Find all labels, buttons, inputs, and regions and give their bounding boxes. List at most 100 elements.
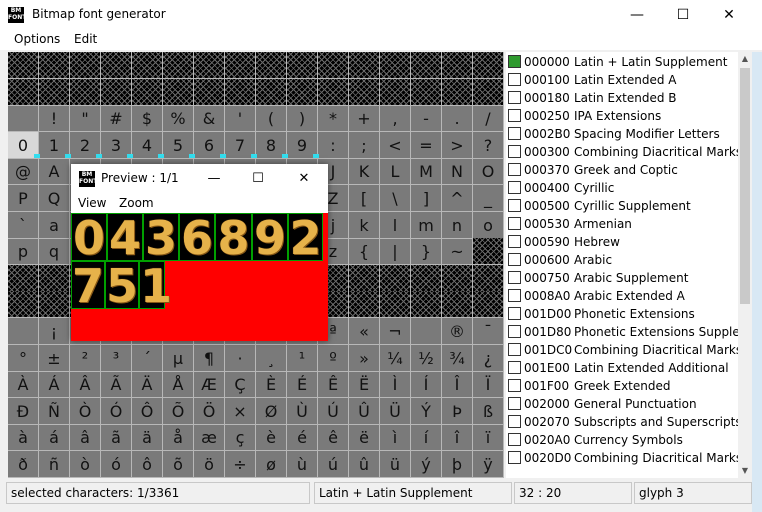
- range-list-item[interactable]: 000300 Combining Diacritical Marks: [506, 143, 738, 161]
- char-cell[interactable]: å: [163, 424, 194, 452]
- char-cell[interactable]: [349, 264, 380, 292]
- range-list-item[interactable]: 002070 Subscripts and Superscripts: [506, 413, 738, 431]
- char-cell[interactable]: Í: [411, 371, 442, 399]
- char-cell[interactable]: ó: [101, 451, 132, 478]
- maximize-button[interactable]: ☐: [660, 0, 706, 30]
- char-cell[interactable]: È: [256, 371, 287, 399]
- char-cell[interactable]: [473, 78, 504, 106]
- char-cell[interactable]: #: [101, 105, 132, 133]
- range-list-item[interactable]: 000600 Arabic: [506, 251, 738, 269]
- char-cell[interactable]: ò: [70, 451, 101, 478]
- char-cell[interactable]: ¿: [473, 344, 504, 372]
- char-cell[interactable]: ¸: [256, 344, 287, 372]
- range-list-item[interactable]: 001E00 Latin Extended Additional: [506, 359, 738, 377]
- char-cell[interactable]: [225, 52, 256, 79]
- char-cell[interactable]: [8, 78, 39, 106]
- char-cell[interactable]: Ó: [101, 397, 132, 425]
- range-checkbox[interactable]: [508, 217, 521, 230]
- char-cell[interactable]: M: [411, 158, 442, 186]
- char-cell[interactable]: ã: [101, 424, 132, 452]
- char-cell[interactable]: [8, 291, 39, 319]
- char-cell[interactable]: Ç: [225, 371, 256, 399]
- char-cell[interactable]: ú: [318, 451, 349, 478]
- char-cell[interactable]: á: [39, 424, 70, 452]
- char-cell[interactable]: ì: [380, 424, 411, 452]
- char-cell[interactable]: ç: [225, 424, 256, 452]
- char-cell[interactable]: |: [380, 238, 411, 266]
- char-cell[interactable]: ÷: [225, 451, 256, 478]
- menu-edit[interactable]: Edit: [74, 32, 97, 46]
- char-cell[interactable]: +: [349, 105, 380, 133]
- char-cell[interactable]: [380, 78, 411, 106]
- char-cell[interactable]: Ð: [8, 397, 39, 425]
- char-cell[interactable]: [39, 52, 70, 79]
- char-cell[interactable]: ¹: [287, 344, 318, 372]
- range-list-item[interactable]: 0002B0 Spacing Modifier Letters: [506, 125, 738, 143]
- char-cell[interactable]: [132, 78, 163, 106]
- range-checkbox[interactable]: [508, 325, 521, 338]
- char-cell[interactable]: ß: [473, 397, 504, 425]
- char-cell[interactable]: ²: [70, 344, 101, 372]
- range-list-item[interactable]: 000500 Cyrillic Supplement: [506, 197, 738, 215]
- preview-minimize-button[interactable]: —: [191, 164, 237, 194]
- char-cell[interactable]: Ö: [194, 397, 225, 425]
- char-cell[interactable]: /: [473, 105, 504, 133]
- char-cell[interactable]: ï: [473, 424, 504, 452]
- char-cell[interactable]: -: [411, 105, 442, 133]
- char-cell[interactable]: þ: [442, 451, 473, 478]
- char-cell[interactable]: [442, 264, 473, 292]
- char-cell[interactable]: è: [256, 424, 287, 452]
- char-cell[interactable]: K: [349, 158, 380, 186]
- char-cell[interactable]: [411, 78, 442, 106]
- char-cell[interactable]: ±: [39, 344, 70, 372]
- char-cell[interactable]: »: [349, 344, 380, 372]
- char-cell[interactable]: [442, 78, 473, 106]
- range-list-item[interactable]: 000530 Armenian: [506, 215, 738, 233]
- range-checkbox[interactable]: [508, 343, 521, 356]
- char-cell[interactable]: [39, 78, 70, 106]
- char-cell[interactable]: Û: [349, 397, 380, 425]
- char-cell[interactable]: °: [8, 344, 39, 372]
- char-cell[interactable]: ½: [411, 344, 442, 372]
- char-cell[interactable]: ð: [8, 451, 39, 478]
- char-cell[interactable]: û: [349, 451, 380, 478]
- char-cell[interactable]: ´: [132, 344, 163, 372]
- preview-menu-view[interactable]: View: [78, 196, 106, 210]
- char-cell[interactable]: =: [411, 131, 442, 159]
- char-cell[interactable]: o: [473, 211, 504, 239]
- char-cell[interactable]: ý: [411, 451, 442, 478]
- char-cell[interactable]: :: [318, 131, 349, 159]
- range-list-item[interactable]: 0008A0 Arabic Extended A: [506, 287, 738, 305]
- char-cell[interactable]: ": [70, 105, 101, 133]
- range-checkbox[interactable]: [508, 253, 521, 266]
- char-cell[interactable]: [473, 291, 504, 319]
- range-checkbox[interactable]: [508, 127, 521, 140]
- char-cell[interactable]: ¬: [380, 318, 411, 345]
- char-cell[interactable]: Ñ: [39, 397, 70, 425]
- minimize-button[interactable]: —: [614, 0, 660, 30]
- range-checkbox[interactable]: [508, 397, 521, 410]
- char-cell[interactable]: ×: [225, 397, 256, 425]
- char-cell[interactable]: ë: [349, 424, 380, 452]
- char-cell[interactable]: [101, 78, 132, 106]
- char-cell[interactable]: [: [349, 185, 380, 212]
- char-cell[interactable]: [256, 52, 287, 79]
- char-cell[interactable]: <: [380, 131, 411, 159]
- char-cell[interactable]: [411, 291, 442, 319]
- char-cell[interactable]: ^: [442, 185, 473, 212]
- char-cell[interactable]: ñ: [39, 451, 70, 478]
- char-cell[interactable]: Ê: [318, 371, 349, 399]
- range-list-item[interactable]: 000590 Hebrew: [506, 233, 738, 251]
- range-checkbox[interactable]: [508, 109, 521, 122]
- char-cell[interactable]: L: [380, 158, 411, 186]
- char-cell[interactable]: ®: [442, 318, 473, 345]
- range-checkbox[interactable]: [508, 163, 521, 176]
- scroll-up-icon[interactable]: ▲: [738, 52, 752, 66]
- range-checkbox[interactable]: [508, 379, 521, 392]
- char-cell[interactable]: ¼: [380, 344, 411, 372]
- char-cell[interactable]: [39, 264, 70, 292]
- char-cell[interactable]: æ: [194, 424, 225, 452]
- preview-close-button[interactable]: ✕: [281, 164, 327, 194]
- char-cell[interactable]: [287, 78, 318, 106]
- char-cell[interactable]: Î: [442, 371, 473, 399]
